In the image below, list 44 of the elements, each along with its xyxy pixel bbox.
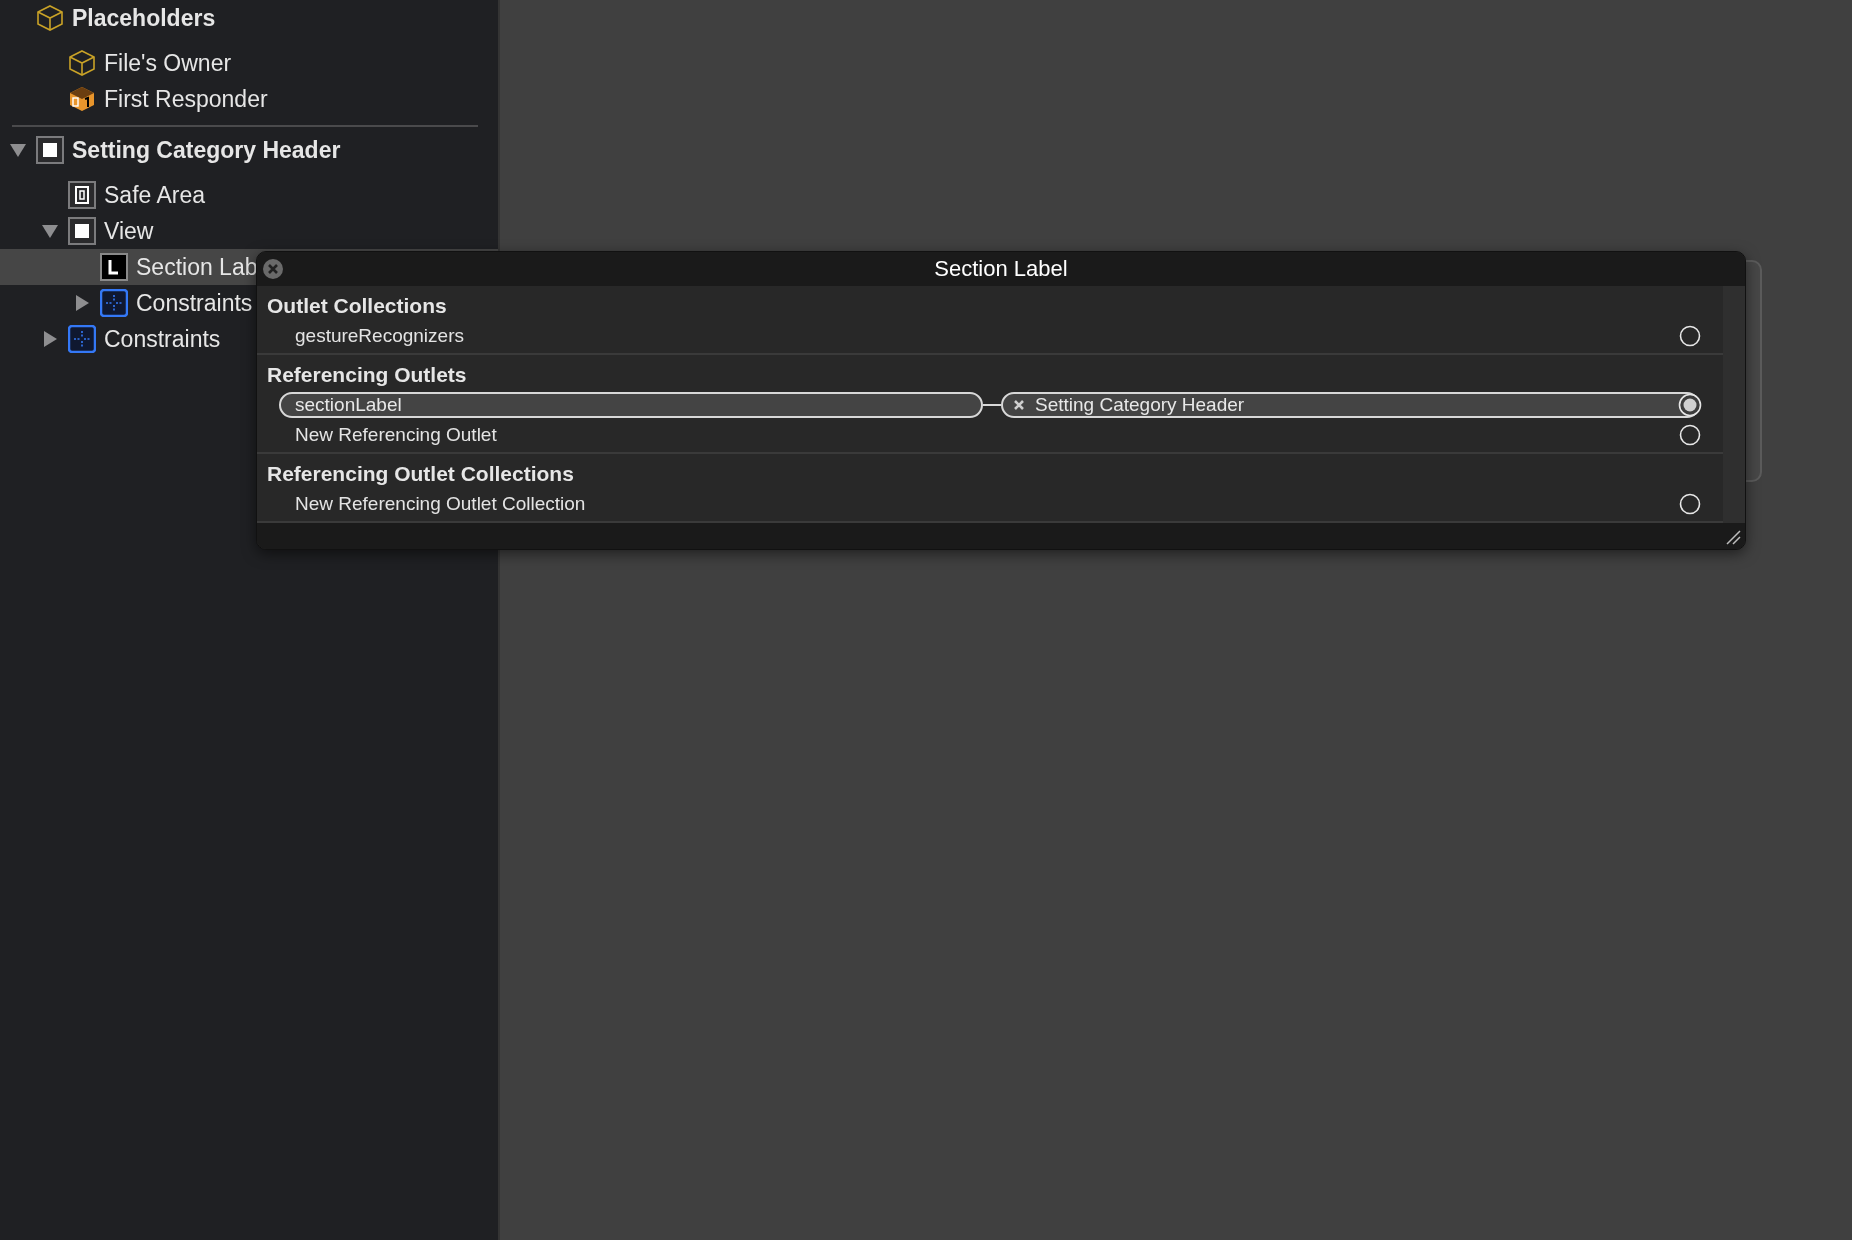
empty-circle-icon[interactable] xyxy=(1678,324,1702,348)
safe-area-icon xyxy=(68,181,96,209)
close-button[interactable] xyxy=(262,258,284,280)
outline-item[interactable]: Setting Category Header xyxy=(0,132,498,168)
remove-icon[interactable] xyxy=(1013,399,1025,411)
collapse-triangle-icon[interactable] xyxy=(10,142,26,158)
outline-item[interactable]: Safe Area xyxy=(0,177,498,213)
connection-line xyxy=(983,404,1001,406)
collapse-triangle-icon[interactable] xyxy=(42,223,58,239)
outline-item-label: Constraints xyxy=(104,325,221,353)
outlet-name-pill: sectionLabel xyxy=(279,392,983,418)
cube-icon xyxy=(68,85,96,113)
section-heading: Referencing Outlets xyxy=(266,362,468,388)
cube-icon xyxy=(68,49,96,77)
square-icon xyxy=(68,217,96,245)
outline-item-label: Safe Area xyxy=(104,181,206,209)
constraints-icon xyxy=(100,289,128,317)
outline-item-label: Placeholders xyxy=(72,4,216,32)
outline-item[interactable]: File's Owner xyxy=(0,45,498,81)
outline-item-label: First Responder xyxy=(104,85,268,113)
empty-circle-icon[interactable] xyxy=(1678,492,1702,516)
outline-item[interactable]: First Responder xyxy=(0,81,498,117)
section-heading: Referencing Outlet Collections xyxy=(266,461,575,487)
resize-grip-icon[interactable] xyxy=(1725,529,1741,545)
outline-item-label: View xyxy=(104,217,154,245)
expand-triangle-icon[interactable] xyxy=(42,331,58,347)
outlet-label: New Referencing Outlet xyxy=(294,424,498,446)
outlet-label: gestureRecognizers xyxy=(294,325,465,347)
square-icon xyxy=(36,136,64,164)
section-heading: Outlet Collections xyxy=(266,293,448,319)
popover-title: Section Label xyxy=(934,256,1068,282)
label-icon xyxy=(100,253,128,281)
scroll-track[interactable] xyxy=(1723,286,1745,523)
outline-item-label: Constraints xyxy=(136,289,253,317)
outlet-label: New Referencing Outlet Collection xyxy=(294,493,587,515)
outline-item-label: Setting Category Header xyxy=(72,136,341,164)
outline-item-label: File's Owner xyxy=(104,49,232,77)
cube-icon xyxy=(36,4,64,32)
outline-item[interactable]: Placeholders xyxy=(0,0,498,36)
constraints-icon xyxy=(68,325,96,353)
outline-item[interactable]: View xyxy=(0,213,498,249)
outline-item-label: Section Lab xyxy=(136,253,258,281)
empty-circle-icon[interactable] xyxy=(1678,423,1702,447)
expand-triangle-icon[interactable] xyxy=(74,295,90,311)
